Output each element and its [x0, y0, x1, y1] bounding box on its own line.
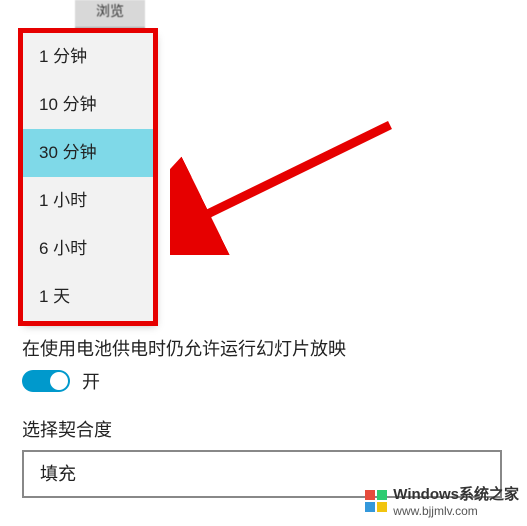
windows-icon: [365, 490, 387, 512]
toggle-row: 开: [22, 368, 100, 394]
toggle-knob: [50, 372, 68, 390]
dropdown-option-30min[interactable]: 30 分钟: [23, 129, 153, 177]
dropdown-option-10min[interactable]: 10 分钟: [23, 81, 153, 129]
dropdown-option-1day[interactable]: 1 天: [23, 273, 153, 321]
battery-slideshow-toggle[interactable]: [22, 370, 70, 392]
dropdown-option-1min[interactable]: 1 分钟: [23, 33, 153, 81]
browse-button[interactable]: 浏览: [75, 0, 145, 28]
battery-slideshow-label: 在使用电池供电时仍允许运行幻灯片放映: [22, 335, 346, 361]
watermark-url: www.bjjmlv.com: [393, 504, 519, 518]
dropdown-option-1hr[interactable]: 1 小时: [23, 177, 153, 225]
watermark: Windows系统之家 www.bjjmlv.com: [365, 483, 519, 518]
toggle-state-label: 开: [82, 368, 100, 394]
watermark-title: Windows系统之家: [393, 486, 519, 503]
arrow-icon: [170, 115, 400, 255]
interval-dropdown[interactable]: 1 分钟 10 分钟 30 分钟 1 小时 6 小时 1 天: [22, 32, 154, 322]
fit-section-label: 选择契合度: [22, 416, 112, 442]
dropdown-option-6hr[interactable]: 6 小时: [23, 225, 153, 273]
